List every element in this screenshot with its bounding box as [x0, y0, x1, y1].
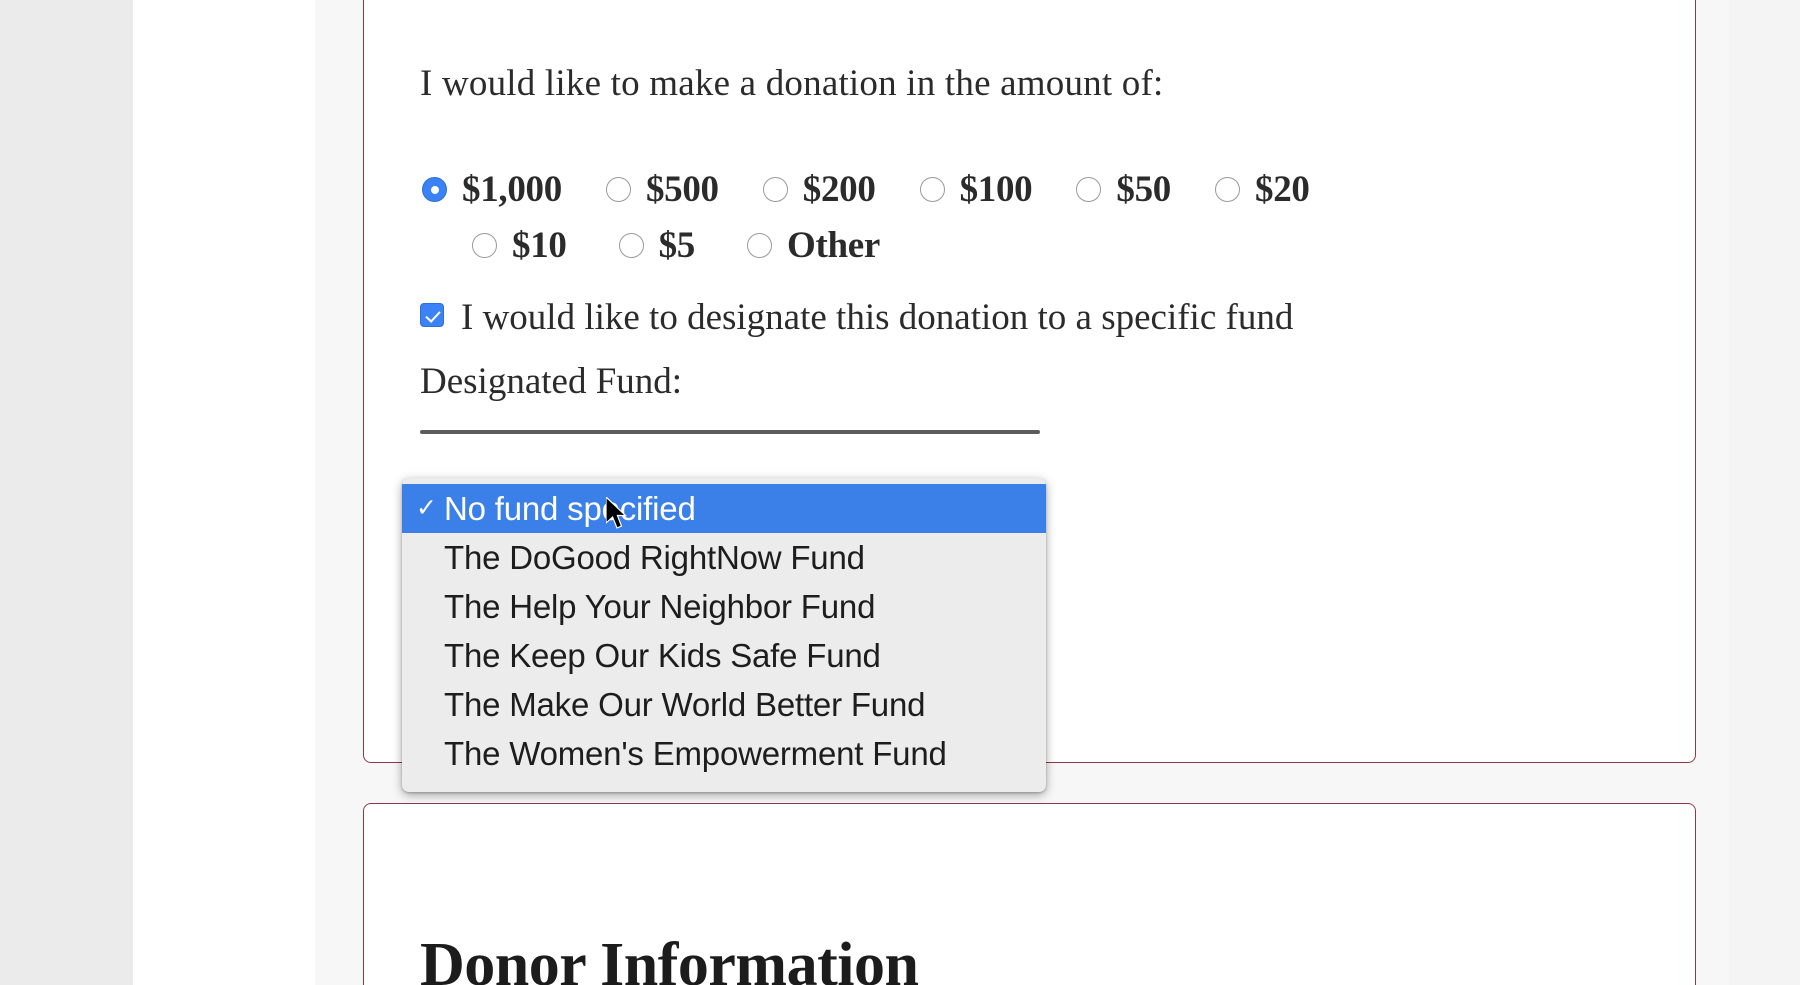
radio-icon[interactable] — [472, 233, 497, 259]
amount-option-5[interactable]: $5 — [618, 224, 696, 267]
left-gutter-white — [133, 0, 315, 985]
designate-fund-label: I would like to designate this donation … — [461, 297, 1294, 339]
dropdown-option-label: The Help Your Neighbor Fund — [444, 587, 876, 625]
right-gutter — [1729, 0, 1800, 985]
dropdown-option-label: No fund specified — [444, 489, 696, 527]
amount-option-1000[interactable]: $1,000 — [422, 168, 562, 211]
radio-icon[interactable] — [919, 177, 945, 203]
amount-option-label: $100 — [959, 169, 1033, 211]
donation-form-body: I would like to make a donation in the a… — [420, 60, 1650, 461]
dropdown-option-label: The Make Our World Better Fund — [444, 685, 926, 723]
amount-option-20[interactable]: $20 — [1215, 168, 1310, 211]
amount-radio-group: $1,000 $500 $200 $100 $50 $20 $10 $5 Oth… — [420, 168, 1650, 267]
amount-option-label: $20 — [1255, 169, 1310, 211]
amount-radio-row-1: $1,000 $500 $200 $100 $50 $20 — [420, 168, 1650, 211]
radio-icon-selected[interactable] — [422, 177, 447, 203]
amount-option-label: $500 — [645, 169, 719, 211]
designated-fund-dropdown-popup[interactable]: ✓ No fund specified The DoGood RightNow … — [402, 478, 1046, 792]
dropdown-option-keep-our-kids-safe-fund[interactable]: The Keep Our Kids Safe Fund — [402, 631, 1046, 680]
dropdown-option-dogood-rightnow-fund[interactable]: The DoGood RightNow Fund — [402, 533, 1046, 582]
dropdown-option-no-fund-specified[interactable]: ✓ No fund specified — [402, 484, 1046, 533]
dropdown-option-make-our-world-better-fund[interactable]: The Make Our World Better Fund — [402, 680, 1046, 729]
amount-option-500[interactable]: $500 — [605, 168, 719, 211]
radio-icon[interactable] — [605, 177, 631, 203]
designate-fund-checkbox-row[interactable]: I would like to designate this donation … — [420, 289, 1430, 347]
radio-icon[interactable] — [1215, 177, 1240, 203]
radio-icon[interactable] — [618, 233, 644, 259]
page-viewport: I would like to make a donation in the a… — [0, 0, 1800, 985]
radio-icon[interactable] — [762, 177, 788, 203]
dropdown-option-label: The DoGood RightNow Fund — [444, 538, 865, 576]
amount-option-10[interactable]: $10 — [472, 224, 567, 267]
amount-option-label: $200 — [802, 169, 876, 211]
amount-option-label: $5 — [658, 225, 696, 267]
radio-icon[interactable] — [1076, 177, 1102, 203]
amount-option-50[interactable]: $50 — [1076, 168, 1171, 211]
dropdown-option-label: The Women's Empowerment Fund — [444, 734, 947, 772]
amount-option-other[interactable]: Other — [747, 224, 880, 267]
amount-option-200[interactable]: $200 — [762, 168, 876, 211]
radio-icon[interactable] — [747, 233, 773, 259]
dropdown-option-label: The Keep Our Kids Safe Fund — [444, 636, 881, 674]
donor-information-heading: Donor Information — [420, 931, 919, 985]
donation-amount-prompt: I would like to make a donation in the a… — [420, 63, 1164, 104]
amount-option-label: $50 — [1116, 169, 1171, 211]
amount-option-label: $1,000 — [462, 169, 562, 211]
checkmark-icon: ✓ — [416, 494, 437, 522]
amount-option-100[interactable]: $100 — [919, 168, 1033, 211]
amount-radio-row-2: $10 $5 Other — [420, 224, 1650, 267]
designated-fund-select[interactable] — [420, 417, 1040, 461]
select-top-edge — [420, 429, 1040, 434]
checkbox-checked-icon[interactable] — [420, 303, 444, 328]
amount-option-label: Other — [787, 225, 881, 267]
amount-option-label: $10 — [512, 225, 567, 267]
dropdown-option-womens-empowerment-fund[interactable]: The Women's Empowerment Fund — [402, 729, 1046, 778]
left-gutter-gray — [0, 0, 133, 985]
designated-fund-field-label: Designated Fund: — [420, 360, 683, 402]
dropdown-option-help-your-neighbor-fund[interactable]: The Help Your Neighbor Fund — [402, 582, 1046, 631]
